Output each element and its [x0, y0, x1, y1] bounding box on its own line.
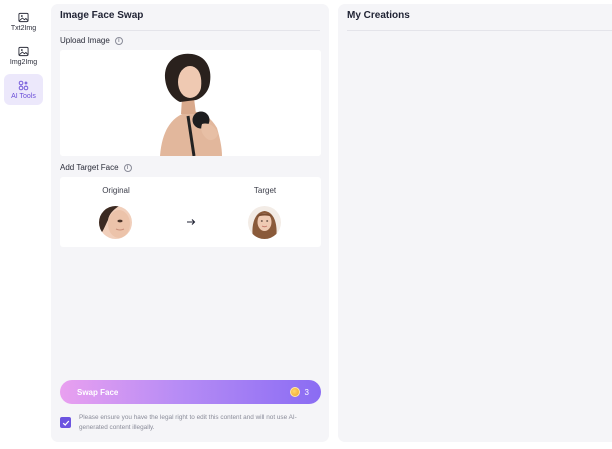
uploaded-portrait-image	[60, 50, 321, 156]
image-icon	[18, 12, 29, 22]
panel-title: Image Face Swap	[60, 10, 144, 21]
target-face-card: Original Target	[60, 177, 321, 247]
nav-item-img2img[interactable]: Img2Img	[4, 40, 43, 71]
consent-checkbox[interactable]	[60, 417, 71, 428]
target-face-thumbnail[interactable]	[248, 206, 281, 239]
credits-cost: 3	[289, 387, 309, 397]
consent-text: Please ensure you have the legal right t…	[79, 414, 297, 431]
nav-item-label: AI Tools	[11, 92, 36, 100]
arrow-right-icon	[187, 219, 196, 225]
original-face-image	[99, 206, 132, 239]
add-target-face-label: Add Target Face	[60, 163, 119, 172]
divider	[347, 30, 612, 31]
swap-face-button[interactable]: Swap Face 3	[60, 380, 321, 404]
nav-item-txt2img[interactable]: Txt2Img	[4, 6, 43, 37]
credits-value: 3	[304, 387, 309, 397]
info-icon[interactable]: i	[123, 163, 132, 172]
left-nav: Txt2Img Img2Img AI Tools	[0, 0, 48, 449]
info-icon[interactable]: i	[114, 36, 123, 45]
image-icon	[18, 46, 29, 56]
nav-item-label: Txt2Img	[10, 24, 37, 32]
nav-item-label: Img2Img	[9, 58, 38, 66]
panel-title: My Creations	[347, 10, 410, 21]
divider	[60, 30, 320, 31]
tools-icon	[18, 80, 29, 90]
my-creations-panel: My Creations	[338, 4, 612, 442]
coin-icon	[289, 387, 300, 397]
add-target-face-heading: Add Target Face i	[60, 163, 132, 172]
original-face-thumbnail[interactable]	[99, 206, 132, 239]
original-label: Original	[102, 186, 130, 195]
upload-image-label: Upload Image	[60, 36, 110, 45]
target-face-image	[248, 206, 281, 239]
target-label: Target	[253, 186, 277, 195]
upload-image-area[interactable]	[60, 50, 321, 156]
checkmark-icon	[62, 420, 69, 426]
nav-item-ai-tools[interactable]: AI Tools	[4, 74, 43, 105]
face-swap-panel: Image Face Swap Upload Image i Add Targe…	[51, 4, 329, 442]
upload-image-heading: Upload Image i	[60, 36, 123, 45]
swap-face-label: Swap Face	[77, 387, 119, 397]
